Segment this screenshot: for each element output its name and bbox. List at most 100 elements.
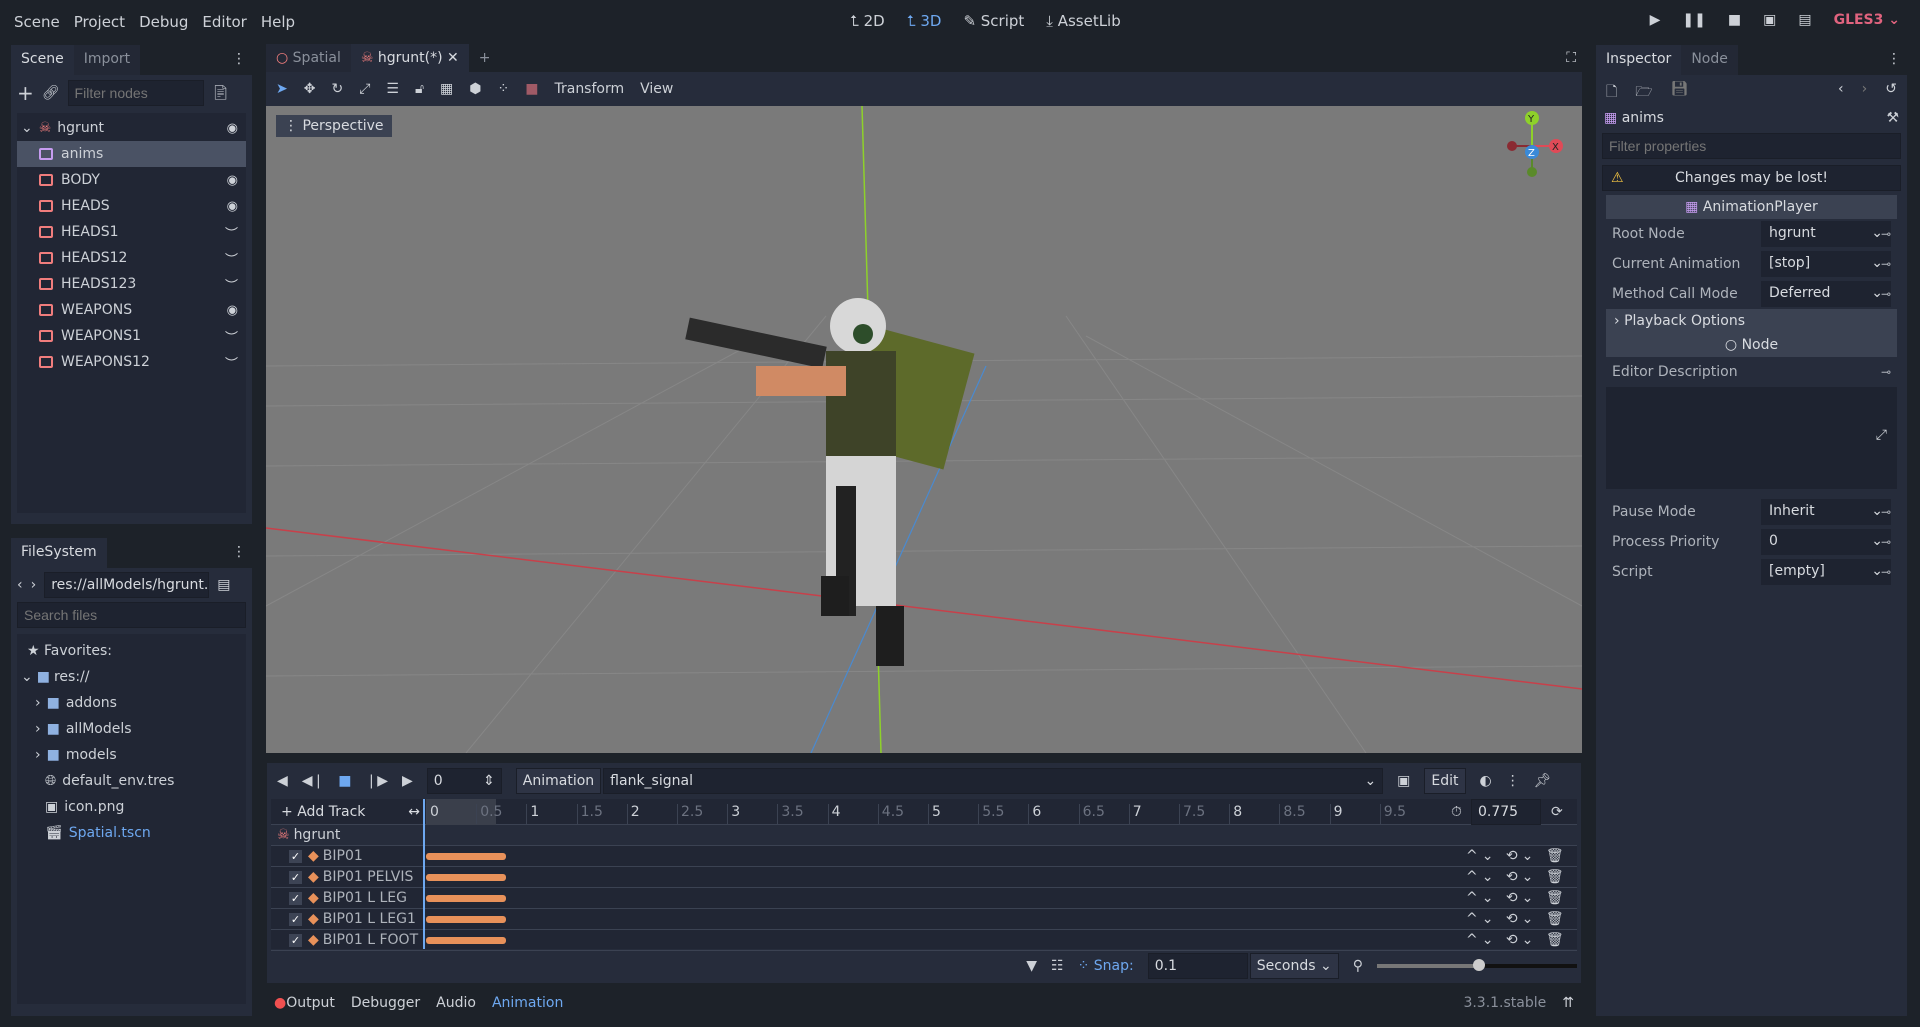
link-icon[interactable]: 🔗︎ bbox=[42, 85, 60, 101]
save-icon[interactable]: 💾︎ bbox=[1671, 81, 1689, 99]
delete-track-icon[interactable]: 🗑︎ bbox=[1546, 932, 1568, 948]
expand-icon[interactable]: ⤢ bbox=[1876, 427, 1887, 443]
split-mode-icon[interactable]: ▤ bbox=[217, 577, 230, 593]
eye-icon[interactable]: ◉ bbox=[227, 303, 238, 318]
snap-toggle[interactable]: ⁘ Snap: bbox=[1078, 958, 1134, 974]
play-icon[interactable]: ▶ bbox=[1650, 12, 1661, 28]
perspective-menu[interactable]: ⋮ Perspective bbox=[276, 115, 392, 137]
3d-viewport[interactable]: ⋮ Perspective Y X Z bbox=[266, 106, 1582, 753]
move-tool-icon[interactable]: ✥ bbox=[304, 81, 316, 97]
property-value[interactable]: Deferred ⌄ bbox=[1761, 281, 1891, 307]
eye-closed-icon[interactable]: ︶ bbox=[225, 327, 238, 346]
keyframe-icon[interactable]: ⊸ bbox=[1881, 535, 1891, 549]
track-row[interactable]: ✓ ◆ BIP01 ^⌄ ⟲⌄ 🗑︎ bbox=[271, 846, 1577, 867]
autoplay-icon[interactable]: ▣ bbox=[1397, 773, 1410, 789]
tab-filesystem[interactable]: FileSystem bbox=[11, 538, 107, 568]
open-resource-icon[interactable]: 🗁︎ bbox=[1635, 81, 1652, 100]
delete-track-icon[interactable]: 🗑︎ bbox=[1546, 911, 1568, 927]
timeline-ruler[interactable]: 0 0.5 1 1.5 2 2.5 3 3.5 4 4.5 5 5.5 6 6.5 7 7.5 8 8.5 9 9.5 bbox=[426, 798, 1426, 825]
close-icon[interactable]: ✕ bbox=[447, 50, 459, 66]
tab-spatial[interactable]: ○ Spatial bbox=[266, 44, 351, 72]
snap-icon[interactable]: ⁘ bbox=[498, 81, 510, 97]
editor-description-textarea[interactable]: ⤢ bbox=[1606, 387, 1897, 489]
menu-dots-icon[interactable]: ⋮ bbox=[1881, 45, 1907, 75]
menu-help[interactable]: Help bbox=[261, 13, 295, 31]
keyframe-icon[interactable]: ⊸ bbox=[1881, 365, 1891, 379]
frame-spinbox[interactable]: 0 ⇕ bbox=[426, 768, 502, 794]
track-keyframes[interactable] bbox=[426, 894, 506, 902]
track-enabled-checkbox[interactable]: ✓ bbox=[289, 912, 302, 926]
expand-panel-icon[interactable]: ⇈ bbox=[1562, 995, 1574, 1011]
add-node-icon[interactable]: + bbox=[17, 81, 34, 105]
history-back-icon[interactable]: ‹ bbox=[1838, 81, 1844, 99]
camera-icon[interactable]: ■ bbox=[525, 81, 538, 97]
loop-icon[interactable]: ⟳ bbox=[1551, 804, 1563, 820]
add-script-icon[interactable]: 📄︎ bbox=[212, 85, 230, 101]
menu-dots-icon[interactable]: ⋮ bbox=[226, 45, 252, 75]
keyframe-icon[interactable]: ⊸ bbox=[1881, 565, 1891, 579]
track-options[interactable]: ^⌄ ⟲⌄ 🗑︎ bbox=[1466, 869, 1568, 885]
pause-icon[interactable]: ❚❚ bbox=[1682, 12, 1705, 28]
stop-icon[interactable]: ■ bbox=[338, 773, 351, 789]
tree-node[interactable]: HEADS12 ︶ bbox=[17, 245, 246, 271]
new-tab-button[interactable]: + bbox=[469, 44, 501, 72]
play-custom-icon[interactable]: ▤ bbox=[1798, 12, 1811, 28]
object-selector[interactable]: ▦ anims ⚒ bbox=[1596, 105, 1907, 131]
tree-node[interactable]: HEADS ◉ bbox=[17, 193, 246, 219]
property-value[interactable]: 0 ⌄ bbox=[1761, 529, 1891, 555]
object-tools-icon[interactable]: ⚒ bbox=[1886, 110, 1899, 126]
menu-project[interactable]: Project bbox=[74, 13, 125, 31]
zoom-slider[interactable] bbox=[1377, 959, 1577, 971]
track-enabled-checkbox[interactable]: ✓ bbox=[289, 933, 302, 947]
tree-root[interactable]: ⌄ ☠ hgrunt ◉ bbox=[17, 115, 246, 141]
track-keyframes[interactable] bbox=[426, 936, 506, 944]
list-select-icon[interactable]: ☰ bbox=[386, 81, 399, 97]
scale-tool-icon[interactable]: ⤢ bbox=[359, 81, 370, 97]
property-value[interactable]: [stop] ⌄ bbox=[1761, 251, 1891, 277]
tree-node[interactable]: WEAPONS12 ︶ bbox=[17, 349, 246, 375]
track-keyframes[interactable] bbox=[426, 852, 506, 860]
eye-closed-icon[interactable]: ︶ bbox=[225, 353, 238, 372]
renderer-select[interactable]: GLES3 ⌄ bbox=[1834, 12, 1900, 28]
keyframe-icon[interactable]: ⊸ bbox=[1881, 257, 1891, 271]
tree-node[interactable]: WEAPONS1 ︶ bbox=[17, 323, 246, 349]
tab-import[interactable]: Import bbox=[73, 45, 141, 75]
group-tracks-icon[interactable]: ☷ bbox=[1051, 958, 1064, 974]
animation-select[interactable]: flank_signal ⌄ bbox=[603, 768, 1384, 794]
edit-button[interactable]: Edit bbox=[1424, 768, 1466, 794]
stop-icon[interactable]: ■ bbox=[1728, 12, 1741, 28]
eye-icon[interactable]: ◉ bbox=[227, 121, 238, 136]
more-icon[interactable]: ⋮ bbox=[1506, 773, 1520, 789]
length-field[interactable]: 0.775 bbox=[1471, 798, 1541, 825]
filter-icon[interactable]: ▼ bbox=[1026, 958, 1037, 974]
onion-skin-icon[interactable]: ◐ bbox=[1480, 773, 1492, 789]
track-enabled-checkbox[interactable]: ✓ bbox=[289, 849, 302, 863]
new-resource-icon[interactable]: 🗋︎ bbox=[1606, 81, 1617, 100]
mode-2d[interactable]: ⮤ 2D bbox=[850, 12, 885, 30]
fullscreen-icon[interactable]: ⛶ bbox=[1560, 44, 1582, 72]
transform-menu[interactable]: Transform bbox=[554, 81, 624, 97]
folder-item[interactable]: › ■ allModels bbox=[17, 716, 246, 742]
file-item[interactable]: ▣ icon.png bbox=[17, 794, 246, 820]
folder-item[interactable]: › ■ models bbox=[17, 742, 246, 768]
eye-closed-icon[interactable]: ︶ bbox=[225, 249, 238, 268]
delete-track-icon[interactable]: 🗑︎ bbox=[1546, 869, 1568, 885]
track-row[interactable]: ✓ ◆ BIP01 L LEG ^⌄ ⟲⌄ 🗑︎ bbox=[271, 888, 1577, 909]
snap-unit-select[interactable]: Seconds ⌄ bbox=[1249, 953, 1339, 979]
history-icon[interactable]: ↺ bbox=[1885, 81, 1897, 99]
menu-editor[interactable]: Editor bbox=[202, 13, 246, 31]
tree-node[interactable]: anims bbox=[17, 141, 246, 167]
back-icon[interactable]: ‹ bbox=[17, 577, 23, 593]
tree-node[interactable]: WEAPONS ◉ bbox=[17, 297, 246, 323]
tree-node[interactable]: BODY ◉ bbox=[17, 167, 246, 193]
tab-audio[interactable]: Audio bbox=[436, 995, 476, 1011]
animation-menu[interactable]: Animation bbox=[515, 768, 602, 794]
filter-nodes-input[interactable] bbox=[67, 80, 204, 106]
tab-animation[interactable]: Animation bbox=[492, 995, 563, 1011]
mode-assetlib[interactable]: ⤓ AssetLib bbox=[1046, 12, 1120, 30]
local-space-icon[interactable]: ⬢ bbox=[469, 81, 481, 97]
folder-item[interactable]: › ■ addons bbox=[17, 690, 246, 716]
tab-inspector[interactable]: Inspector bbox=[1596, 45, 1682, 75]
play-icon[interactable]: ▶ bbox=[402, 773, 413, 789]
play-scene-icon[interactable]: ▣ bbox=[1763, 12, 1776, 28]
